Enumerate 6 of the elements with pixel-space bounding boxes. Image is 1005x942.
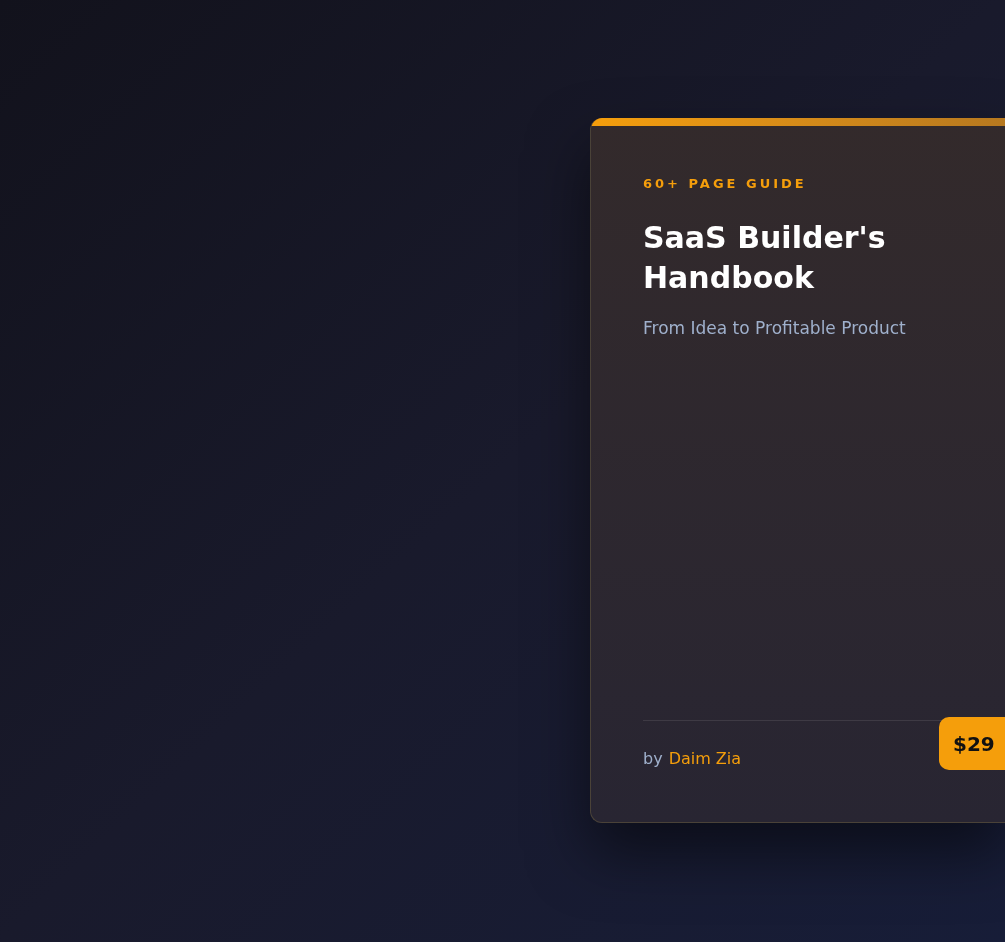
author-name: Daim Zia [668,748,742,770]
byline-label: by [643,748,663,770]
book-title: SaaS Builder's Handbook [643,218,887,297]
price-tag: $29 [939,717,1005,770]
book-subtitle: From Idea to Profitable Product [643,316,907,340]
eyebrow-label: 60+ PAGE GUIDE [643,175,808,193]
